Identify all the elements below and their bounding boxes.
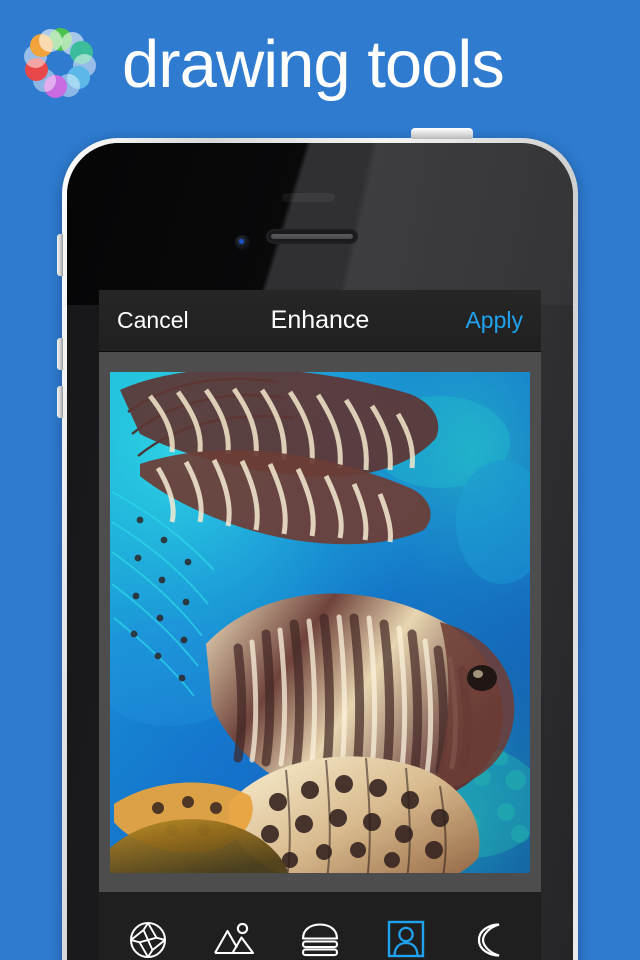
color-wheel-logo	[24, 28, 96, 100]
earpiece-speaker-icon	[266, 229, 358, 244]
aperture-icon	[125, 917, 171, 960]
mountains-icon	[211, 917, 257, 960]
apply-button[interactable]: Apply	[465, 307, 523, 334]
proximity-sensor-icon	[282, 193, 335, 202]
filter-item-food[interactable]: Food	[278, 917, 362, 960]
page-title: drawing tools	[122, 26, 505, 102]
smartphone-mockup: Cancel Enhance Apply	[57, 128, 578, 960]
front-camera-icon	[235, 235, 250, 250]
portrait-person-icon	[383, 917, 429, 960]
lionfish-underwater-photo[interactable]	[110, 371, 530, 873]
photo-canvas	[99, 352, 541, 892]
volume-down-button[interactable]	[57, 386, 63, 418]
logo-dot-pale-6	[39, 28, 62, 52]
crescent-moon-icon	[469, 917, 515, 960]
filter-item-portrait[interactable]: Portrait	[364, 917, 448, 960]
mute-switch[interactable]	[57, 234, 63, 276]
photo-artwork	[110, 371, 530, 873]
burger-icon	[297, 917, 343, 960]
navigation-bar: Cancel Enhance Apply	[99, 290, 541, 352]
volume-up-button[interactable]	[57, 338, 63, 370]
cancel-button[interactable]: Cancel	[117, 307, 189, 334]
phone-screen: Cancel Enhance Apply	[99, 290, 541, 960]
filter-item-hi-def[interactable]: Hi-Def	[106, 917, 190, 960]
filter-item-scenery[interactable]: Scenery	[192, 917, 276, 960]
power-button[interactable]	[411, 128, 473, 139]
app-header: drawing tools	[0, 0, 640, 128]
phone-body: Cancel Enhance Apply	[67, 143, 573, 960]
filter-item-night[interactable]: Night	[450, 917, 534, 960]
bezel-glare	[67, 143, 573, 305]
filter-toolbar: Hi-Def Scenery	[99, 892, 541, 960]
